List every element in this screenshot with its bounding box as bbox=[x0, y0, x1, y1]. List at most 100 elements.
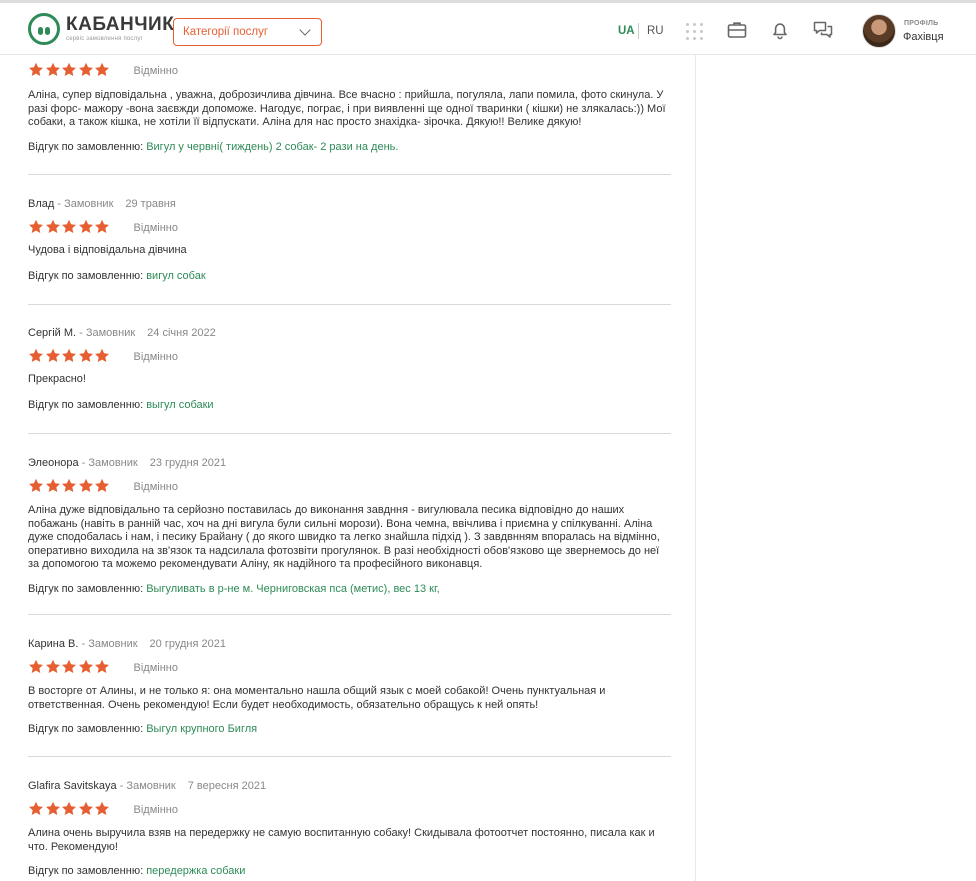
review-divider bbox=[28, 614, 671, 615]
review-order: Відгук по замовленню: Вигул у червні( ти… bbox=[28, 141, 671, 153]
star-rating bbox=[28, 348, 111, 363]
review-item: Glafira Savitskaya - Замовник 7 вересня 2… bbox=[28, 780, 671, 877]
star-icon bbox=[94, 348, 110, 363]
rating-label: Відмінно bbox=[133, 222, 178, 234]
lang-divider bbox=[638, 23, 639, 39]
top-header: КАБАНЧИК сервіс замовлення послуг Катего… bbox=[0, 0, 976, 55]
review-text: Аліна дуже відповідально та серйозно пос… bbox=[28, 504, 660, 570]
star-icon bbox=[28, 348, 44, 363]
star-rating bbox=[28, 801, 111, 816]
star-icon bbox=[45, 62, 61, 77]
review-rating: Відмінно bbox=[28, 477, 671, 493]
chat-icon[interactable] bbox=[812, 19, 834, 41]
order-link[interactable]: Выгул крупного Бигля bbox=[146, 723, 257, 735]
apps-grid-icon[interactable] bbox=[686, 23, 703, 40]
review-role: - Замовник bbox=[78, 457, 138, 469]
star-icon bbox=[78, 62, 94, 77]
order-prefix: Відгук по замовленню: bbox=[28, 398, 144, 411]
star-icon bbox=[28, 62, 44, 77]
star-icon bbox=[61, 801, 77, 816]
review-text: В восторге от Алины, и не только я: она … bbox=[28, 685, 606, 711]
star-icon bbox=[61, 219, 77, 234]
review-date: 7 вересня 2021 bbox=[187, 780, 267, 792]
star-icon bbox=[45, 219, 61, 234]
column-divider bbox=[695, 55, 696, 881]
review-divider bbox=[28, 756, 671, 757]
order-link[interactable]: Вигул у червні( тиждень) 2 собак- 2 рази… bbox=[146, 141, 398, 153]
star-icon bbox=[78, 348, 94, 363]
review-text: Прекрасно! bbox=[28, 373, 86, 385]
review-rating: Відмінно bbox=[28, 61, 671, 77]
avatar[interactable] bbox=[862, 14, 896, 48]
review-meta: Glafira Savitskaya - Замовник 7 вересня 2… bbox=[28, 780, 671, 794]
review-author[interactable]: Влад bbox=[28, 198, 54, 210]
review-divider bbox=[28, 433, 671, 434]
star-rating bbox=[28, 219, 111, 234]
review-meta: Влад - Замовник 29 травня bbox=[28, 198, 671, 212]
review-author[interactable]: Элеонора bbox=[28, 457, 79, 469]
order-link[interactable]: передержка собаки bbox=[146, 865, 245, 877]
star-icon bbox=[45, 659, 61, 674]
review-date: 29 травня bbox=[125, 198, 176, 210]
rating-label: Відмінно bbox=[133, 662, 178, 674]
order-prefix: Відгук по замовленню: bbox=[28, 723, 144, 735]
review-author[interactable]: Сергій М. bbox=[28, 327, 76, 339]
review-role: - Замовник bbox=[76, 327, 136, 339]
review-item: Влад - Замовник 29 травня Відмінно Чудова… bbox=[28, 198, 671, 282]
star-icon bbox=[61, 478, 77, 493]
review-order: Відгук по замовленню: выгул собаки bbox=[28, 399, 671, 411]
star-icon bbox=[28, 801, 44, 816]
rating-label: Відмінно bbox=[133, 351, 178, 363]
review-item: Элеонора - Замовник 23 грудня 2021 Відмін… bbox=[28, 457, 671, 595]
review-rating: Відмінно bbox=[28, 658, 671, 674]
review-divider bbox=[28, 304, 671, 305]
star-icon bbox=[78, 659, 94, 674]
review-author[interactable]: Glafira Savitskaya bbox=[28, 780, 117, 792]
review-rating: Відмінно bbox=[28, 347, 671, 363]
star-icon bbox=[94, 478, 110, 493]
categories-label: Категорії послуг bbox=[183, 26, 269, 38]
review-order: Відгук по замовленню: Выгул крупного Биг… bbox=[28, 723, 671, 735]
review-role: - Замовник bbox=[78, 638, 138, 650]
order-link[interactable]: Выгуливать в р-не м. Черниговская пса (м… bbox=[146, 583, 439, 595]
review-item: Сергій М. - Замовник 24 січня 2022 Відмін… bbox=[28, 327, 671, 411]
star-icon bbox=[94, 659, 110, 674]
review-order: Відгук по замовленню: Выгуливать в р-не … bbox=[28, 583, 671, 595]
star-icon bbox=[94, 219, 110, 234]
logo-subtitle: сервіс замовлення послуг bbox=[66, 36, 143, 42]
rating-label: Відмінно bbox=[133, 481, 178, 493]
star-icon bbox=[78, 478, 94, 493]
order-link[interactable]: вигул собак bbox=[146, 270, 205, 282]
logo-name: КАБАНЧИК bbox=[66, 14, 175, 35]
rating-label: Відмінно bbox=[133, 65, 178, 77]
profile-label[interactable]: ПРОФІЛЬ bbox=[904, 20, 938, 27]
star-rating bbox=[28, 659, 111, 674]
order-prefix: Відгук по замовленню: bbox=[28, 269, 144, 282]
order-prefix: Відгук по замовленню: bbox=[28, 582, 144, 595]
star-icon bbox=[28, 219, 44, 234]
star-icon bbox=[45, 801, 61, 816]
order-prefix: Відгук по замовленню: bbox=[28, 140, 144, 153]
rating-label: Відмінно bbox=[133, 804, 178, 816]
star-icon bbox=[61, 62, 77, 77]
star-icon bbox=[61, 659, 77, 674]
star-icon bbox=[94, 801, 110, 816]
profile-role[interactable]: Фахівця bbox=[903, 31, 944, 43]
categories-dropdown[interactable]: Категорії послуг bbox=[173, 18, 322, 46]
review-date: 23 грудня 2021 bbox=[149, 457, 227, 469]
star-rating bbox=[28, 62, 111, 77]
review-order: Відгук по замовленню: передержка собаки bbox=[28, 865, 671, 877]
lang-ru-link[interactable]: RU bbox=[647, 25, 664, 37]
logo-icon bbox=[28, 13, 60, 45]
star-icon bbox=[78, 801, 94, 816]
review-author[interactable]: Карина В. bbox=[28, 638, 78, 650]
order-link[interactable]: выгул собаки bbox=[146, 399, 213, 411]
lang-ua-link[interactable]: UA bbox=[618, 25, 635, 37]
review-role: - Замовник bbox=[116, 780, 176, 792]
review-role: - Замовник bbox=[54, 198, 114, 210]
star-icon bbox=[45, 478, 61, 493]
bell-icon[interactable] bbox=[769, 19, 791, 41]
briefcase-icon[interactable] bbox=[726, 19, 748, 41]
logo[interactable]: КАБАНЧИК сервіс замовлення послуг bbox=[28, 13, 174, 45]
review-divider bbox=[28, 174, 671, 175]
